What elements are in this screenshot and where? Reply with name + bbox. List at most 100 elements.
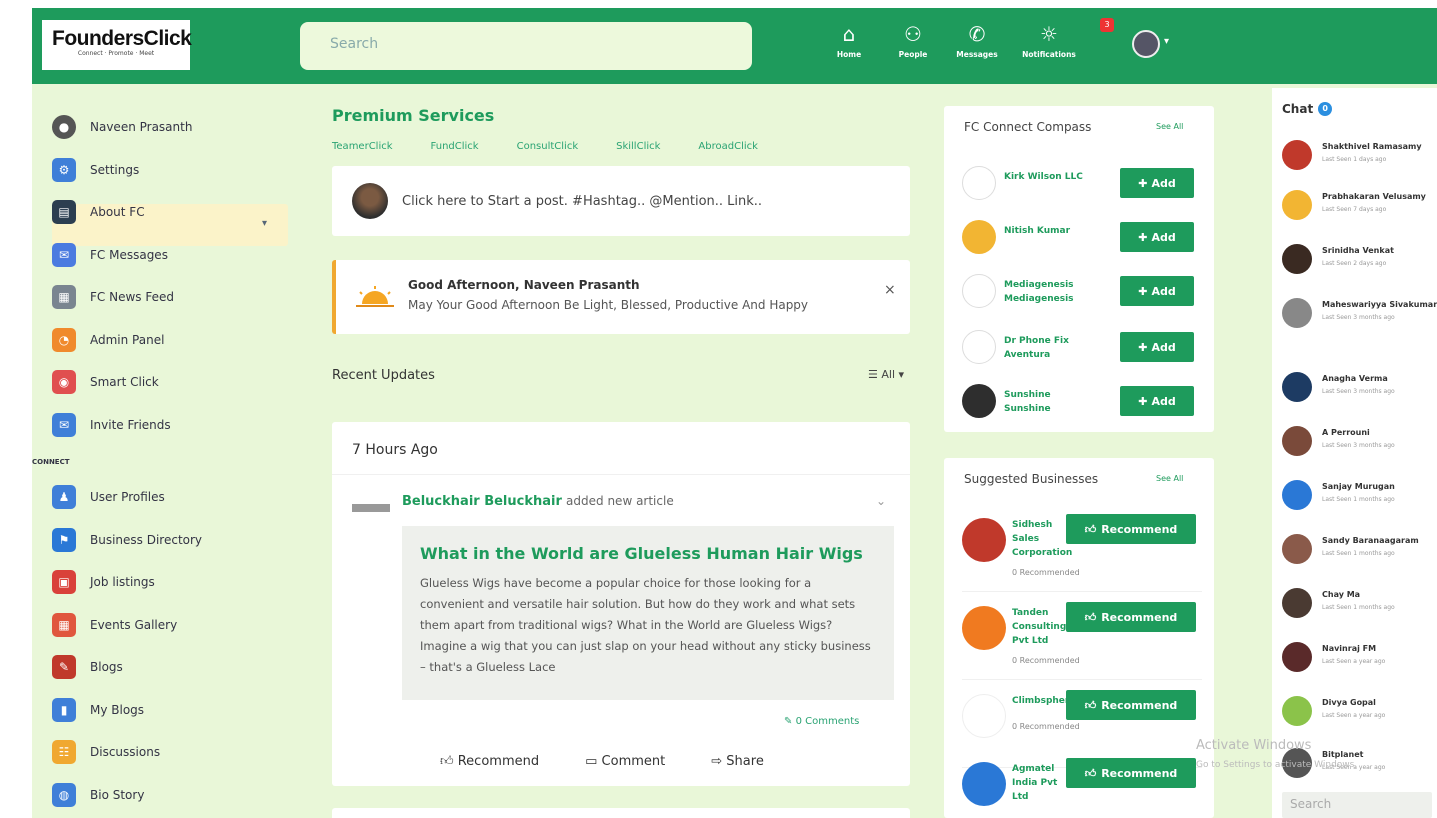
sidebar-item[interactable]: ▤ About FC: [52, 195, 145, 229]
avatar[interactable]: [962, 330, 996, 364]
last-seen: Last Seen 3 months ago: [1322, 388, 1395, 395]
start-post-placeholder: Click here to Start a post. #Hashtag.. @…: [402, 193, 763, 209]
article-preview[interactable]: What in the World are Glueless Human Hai…: [402, 526, 894, 700]
chat-user-name: Sanjay Murugan: [1322, 482, 1395, 491]
sidebar-item-label: FC Messages: [90, 247, 168, 262]
chat-user-row[interactable]: Sanjay Murugan Last Seen 1 months ago: [1282, 476, 1437, 520]
recommend-count: 0 Recommended: [1012, 722, 1080, 731]
add-connection-button[interactable]: ✚ Add: [1120, 168, 1194, 198]
see-all-link[interactable]: See All: [1156, 474, 1183, 483]
close-icon[interactable]: ×: [884, 282, 896, 298]
add-user-icon: ✚: [1138, 176, 1148, 190]
sidebar-item[interactable]: ▦ Events Gallery: [52, 608, 177, 642]
sidebar-item-label: Naveen Prasanth: [90, 120, 193, 134]
pointer-icon: ◉: [52, 370, 76, 394]
nav-messages[interactable]: ✆ Messages: [945, 22, 1009, 59]
add-connection-button[interactable]: ✚ Add: [1120, 386, 1194, 416]
start-post-box[interactable]: Click here to Start a post. #Hashtag.. @…: [332, 166, 910, 236]
chat-user-row[interactable]: Prabhakaran Velusamy Last Seen 7 days ago: [1282, 186, 1437, 230]
sidebar-item[interactable]: ◍ Bio Story: [52, 778, 144, 812]
add-connection-button[interactable]: ✚ Add: [1120, 332, 1194, 362]
connect-name[interactable]: Kirk Wilson LLC: [1004, 170, 1100, 184]
brand-name: FoundersClick: [52, 27, 192, 50]
brand-logo[interactable]: FoundersClick Connect · Promote · Meet: [42, 20, 192, 70]
recommend-button[interactable]: 👍︎ Recommend: [1066, 514, 1196, 544]
recommend-button[interactable]: 👍︎ Recommend: [1066, 758, 1196, 788]
article-title[interactable]: What in the World are Glueless Human Hai…: [420, 544, 876, 563]
chat-user-row[interactable]: Sandy Baranaagaram Last Seen 1 months ago: [1282, 530, 1437, 574]
sidebar-item[interactable]: ▮ My Blogs: [52, 693, 144, 727]
chevron-down-icon[interactable]: ▾: [262, 218, 267, 229]
nav-home[interactable]: ⌂ Home: [817, 22, 881, 59]
sidebar-item[interactable]: ✎ Blogs: [52, 650, 123, 684]
post-author[interactable]: Beluckhair Beluckhair: [402, 494, 562, 509]
nav-people[interactable]: ⚇ People: [881, 22, 945, 59]
avatar[interactable]: [962, 384, 996, 418]
connect-name[interactable]: Sunshine Sunshine: [1004, 388, 1100, 416]
premium-link[interactable]: ConsultClick: [517, 141, 579, 152]
nav-messages-label: Messages: [956, 50, 998, 59]
chevron-down-icon[interactable]: ⌄: [876, 494, 886, 508]
chat-user-row[interactable]: A Perrouni Last Seen 3 months ago: [1282, 422, 1437, 466]
chat-user-row[interactable]: Maheswariyya Sivakumar Last Seen 3 months…: [1282, 294, 1437, 338]
avatar[interactable]: [962, 166, 996, 200]
sidebar-item[interactable]: ◔ Admin Panel: [52, 323, 164, 357]
sidebar-item[interactable]: ✉ FC Messages: [52, 238, 168, 272]
sidebar-item[interactable]: ▣ Job listings: [52, 565, 155, 599]
feed-post: 7 Hours Ago Beluckhair Beluckhair added …: [332, 422, 910, 786]
share-button[interactable]: ⇨ Share: [711, 754, 764, 769]
recommend-button[interactable]: 👍︎ Recommend: [440, 754, 539, 769]
connect-name[interactable]: Dr Phone Fix Aventura: [1004, 334, 1100, 362]
sidebar-item-label: FC News Feed: [90, 290, 174, 304]
recommend-button[interactable]: 👍︎ Recommend: [1066, 690, 1196, 720]
avatar: ●: [52, 115, 76, 139]
premium-link[interactable]: SkillClick: [616, 141, 660, 152]
chat-user-row[interactable]: Shakthivel Ramasamy Last Seen 1 days ago: [1282, 136, 1437, 180]
search-input[interactable]: Search: [300, 22, 752, 70]
business-logo[interactable]: [962, 518, 1006, 562]
avatar[interactable]: [962, 274, 996, 308]
add-connection-button[interactable]: ✚ Add: [1120, 222, 1194, 252]
comment-button[interactable]: ▭ Comment: [585, 754, 665, 769]
premium-link[interactable]: AbroadClick: [698, 141, 758, 152]
connect-name[interactable]: Mediagenesis Mediagenesis: [1004, 278, 1100, 306]
recommend-label: Recommend: [1101, 522, 1178, 536]
business-logo[interactable]: [962, 606, 1006, 650]
sidebar-item[interactable]: ⚑ Business Directory: [52, 523, 202, 557]
comment-count[interactable]: ✎ 0 Comments: [784, 716, 859, 727]
sidebar-item[interactable]: ⚙ Settings: [52, 153, 139, 187]
avatar[interactable]: [962, 220, 996, 254]
chat-search-input[interactable]: Search: [1282, 792, 1432, 818]
sidebar-item[interactable]: ◉ Smart Click: [52, 365, 159, 399]
user-avatar[interactable]: [1132, 30, 1160, 58]
last-seen: Last Seen 3 months ago: [1322, 442, 1395, 449]
business-logo[interactable]: [962, 762, 1006, 806]
chat-user-row[interactable]: Divya Gopal Last Seen a year ago: [1282, 692, 1437, 736]
nav-notifications[interactable]: ☼ Notifications: [1009, 22, 1089, 59]
connect-name[interactable]: Nitish Kumar: [1004, 224, 1100, 238]
feed-filter-dropdown[interactable]: ☰ All ▾: [868, 368, 904, 381]
see-all-link[interactable]: See All: [1156, 122, 1183, 131]
sidebar-item[interactable]: ▦ FC News Feed: [52, 280, 174, 314]
recommend-count: 0 Recommended: [1012, 656, 1080, 665]
business-logo[interactable]: [962, 694, 1006, 738]
post-action: added new article: [566, 494, 674, 508]
sidebar-item[interactable]: ☷ Discussions: [52, 735, 160, 769]
recommend-button[interactable]: 👍︎ Recommend: [1066, 602, 1196, 632]
chat-user-row[interactable]: Navinraj FM Last Seen a year ago: [1282, 638, 1437, 682]
add-connection-button[interactable]: ✚ Add: [1120, 276, 1194, 306]
premium-link[interactable]: TeamerClick: [332, 141, 393, 152]
chevron-down-icon[interactable]: ▾: [1164, 36, 1169, 47]
chat-user-row[interactable]: Anagha Verma Last Seen 3 months ago: [1282, 368, 1437, 412]
sidebar-item[interactable]: ✉ Invite Friends: [52, 408, 171, 442]
avatar: [1282, 534, 1312, 564]
sidebar-item-label: About FC: [90, 205, 145, 219]
business-row: Sidhesh Sales Corporation 0 Recommended 👍︎…: [962, 512, 1202, 592]
sidebar-item[interactable]: ♟ User Profiles: [52, 480, 165, 514]
share-icon: ⇨: [711, 754, 723, 769]
chat-user-row[interactable]: Srinidha Venkat Last Seen 2 days ago: [1282, 240, 1437, 284]
sidebar-item-label: Invite Friends: [90, 417, 171, 432]
sidebar-item[interactable]: ● Naveen Prasanth: [52, 110, 192, 144]
chat-user-row[interactable]: Chay Ma Last Seen 1 months ago: [1282, 584, 1437, 628]
premium-link[interactable]: FundClick: [431, 141, 479, 152]
